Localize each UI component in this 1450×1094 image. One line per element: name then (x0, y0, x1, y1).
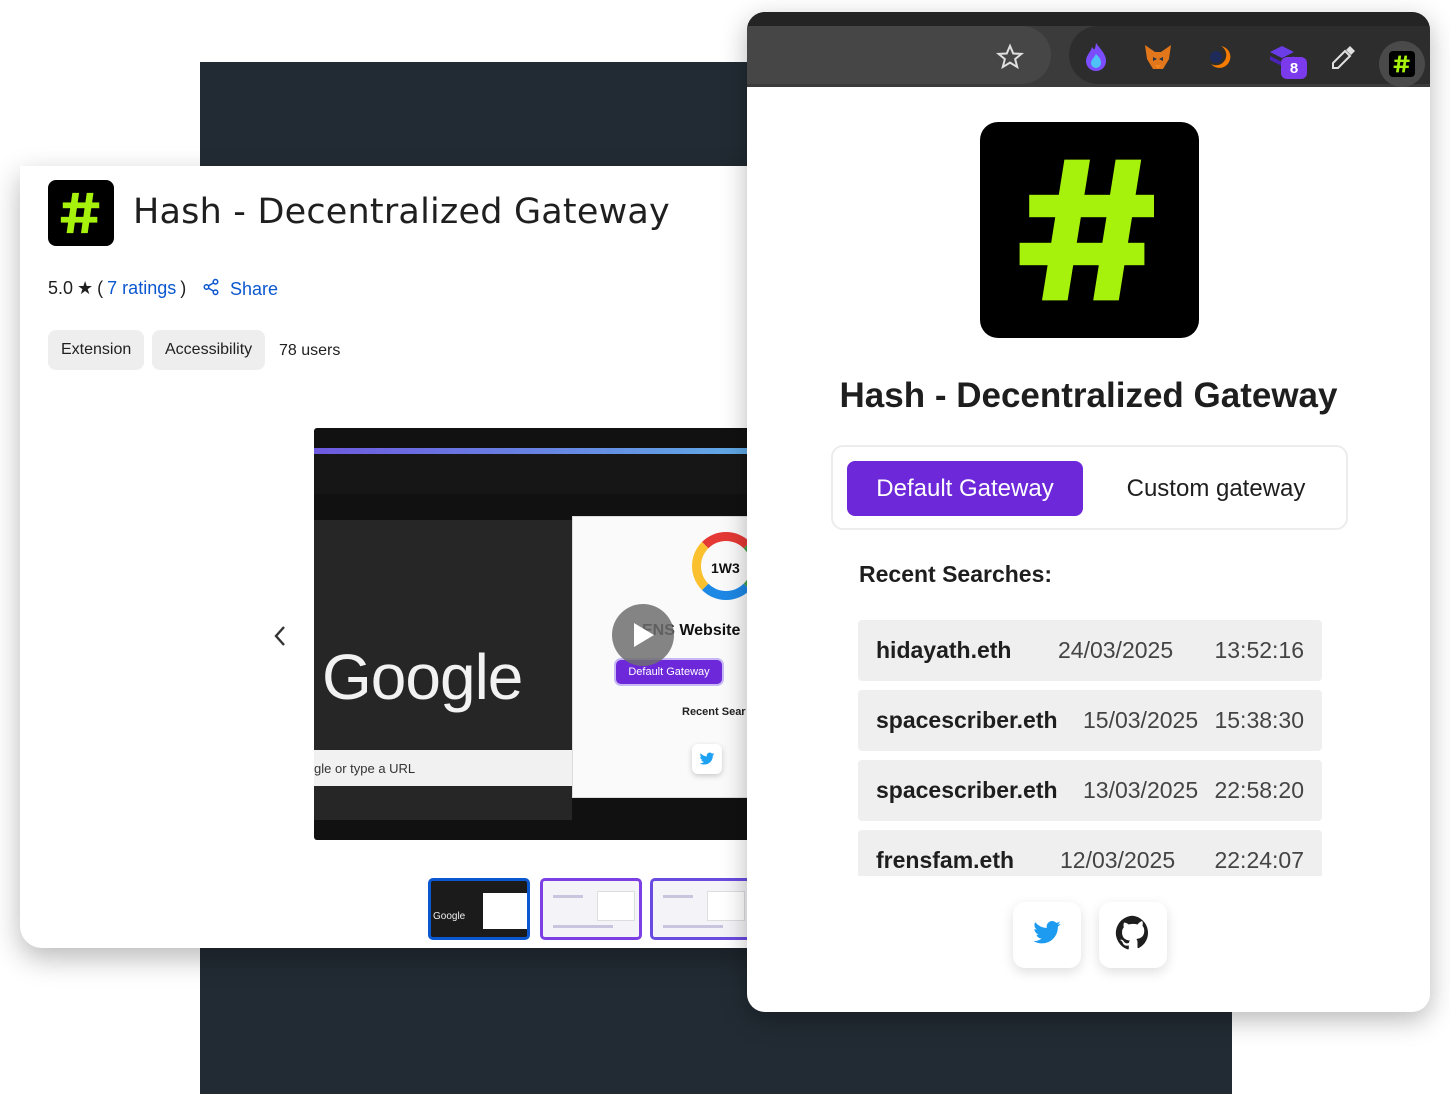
search-date: 13/03/2025 (1083, 777, 1199, 803)
user-count: 78 users (279, 342, 341, 359)
hash-logo-icon (48, 180, 114, 246)
search-date: 24/03/2025 (1058, 637, 1174, 663)
list-item[interactable]: hidayath.eth 24/03/2025 13:52:16 (858, 620, 1322, 681)
url-hint: gle or type a URL (314, 761, 416, 776)
bookmark-star-icon[interactable] (995, 42, 1025, 72)
video-preview[interactable]: Google gle or type a URL 1W3 ENS Website… (314, 428, 780, 840)
twitter-icon (692, 744, 722, 774)
list-item[interactable]: spacescriber.eth 15/03/2025 15:38:30 (858, 690, 1322, 751)
extension-title: Hash - Decentralized Gateway (133, 192, 670, 232)
gateway-tabs: Default Gateway Custom gateway (831, 445, 1348, 530)
search-name: frensfam.eth (876, 847, 1015, 873)
screen: Hash - Decentralized Gateway 5.0 ★ (7 ra… (0, 0, 1450, 1094)
share-button[interactable]: Share (202, 278, 278, 301)
fox-icon[interactable] (1143, 42, 1173, 72)
flame-icon[interactable] (1081, 42, 1111, 72)
hash-logo-icon (1389, 51, 1415, 77)
tab-default-gateway[interactable]: Default Gateway (847, 461, 1083, 516)
chip-extension[interactable]: Extension (48, 330, 145, 370)
star-icon: ★ (77, 278, 94, 298)
recent-searches-heading: Recent Searches: (859, 561, 1053, 587)
google-logo-text: Google (322, 641, 523, 713)
extensions-area (1069, 26, 1430, 84)
browser-toolbar: 8 (747, 12, 1430, 87)
tab-custom-gateway[interactable]: Custom gateway (1103, 461, 1329, 516)
rating-row: 5.0 ★ (7 ratings) (48, 278, 187, 299)
popup-title: Hash - Decentralized Gateway (839, 376, 1338, 415)
hash-logo-icon (980, 122, 1199, 338)
chip-accessibility[interactable]: Accessibility (152, 330, 266, 370)
video-recent-label: Recent Sear (682, 706, 746, 718)
play-icon[interactable] (612, 604, 674, 666)
eyedropper-icon[interactable] (1329, 42, 1359, 72)
search-time: 22:58:20 (1214, 777, 1304, 803)
screenshot-thumbnail-2[interactable] (540, 878, 642, 940)
search-name: spacescriber.eth (876, 777, 1058, 803)
share-icon (202, 278, 220, 301)
crescent-icon[interactable] (1205, 42, 1235, 72)
github-button[interactable] (1099, 902, 1167, 968)
search-date: 15/03/2025 (1083, 707, 1199, 733)
search-name: spacescriber.eth (876, 707, 1058, 733)
search-time: 15:38:30 (1214, 707, 1304, 733)
recent-searches-list: hidayath.eth 24/03/2025 13:52:16 spacesc… (858, 620, 1322, 876)
chevron-left-icon[interactable] (268, 621, 292, 651)
share-label: Share (230, 279, 279, 299)
hash-extension-icon[interactable] (1379, 41, 1425, 87)
search-time: 22:24:07 (1214, 847, 1304, 873)
thumb-google-text: Google (433, 911, 466, 922)
ring-logo-text: 1W3 (711, 560, 740, 576)
screenshot-thumbnail-3[interactable] (650, 878, 752, 940)
twitter-icon (1030, 918, 1064, 953)
list-item[interactable]: frensfam.eth 12/03/2025 22:24:07 (858, 830, 1322, 876)
store-listing-card: Hash - Decentralized Gateway 5.0 ★ (7 ra… (20, 166, 780, 948)
search-date: 12/03/2025 (1060, 847, 1176, 873)
rating-value: 5.0 (48, 278, 74, 298)
ratings-link[interactable]: 7 ratings (107, 278, 176, 299)
search-name: hidayath.eth (876, 637, 1012, 663)
extension-popup-window: 8 Hash - Decentralized Gateway Default G… (747, 12, 1430, 1012)
screenshot-thumbnail-1[interactable]: Google (428, 878, 530, 940)
list-item[interactable]: spacescriber.eth 13/03/2025 22:58:20 (858, 760, 1322, 821)
extension-badge: 8 (1281, 57, 1307, 79)
twitter-button[interactable] (1013, 902, 1081, 968)
github-icon (1115, 915, 1151, 956)
search-time: 13:52:16 (1214, 637, 1304, 663)
